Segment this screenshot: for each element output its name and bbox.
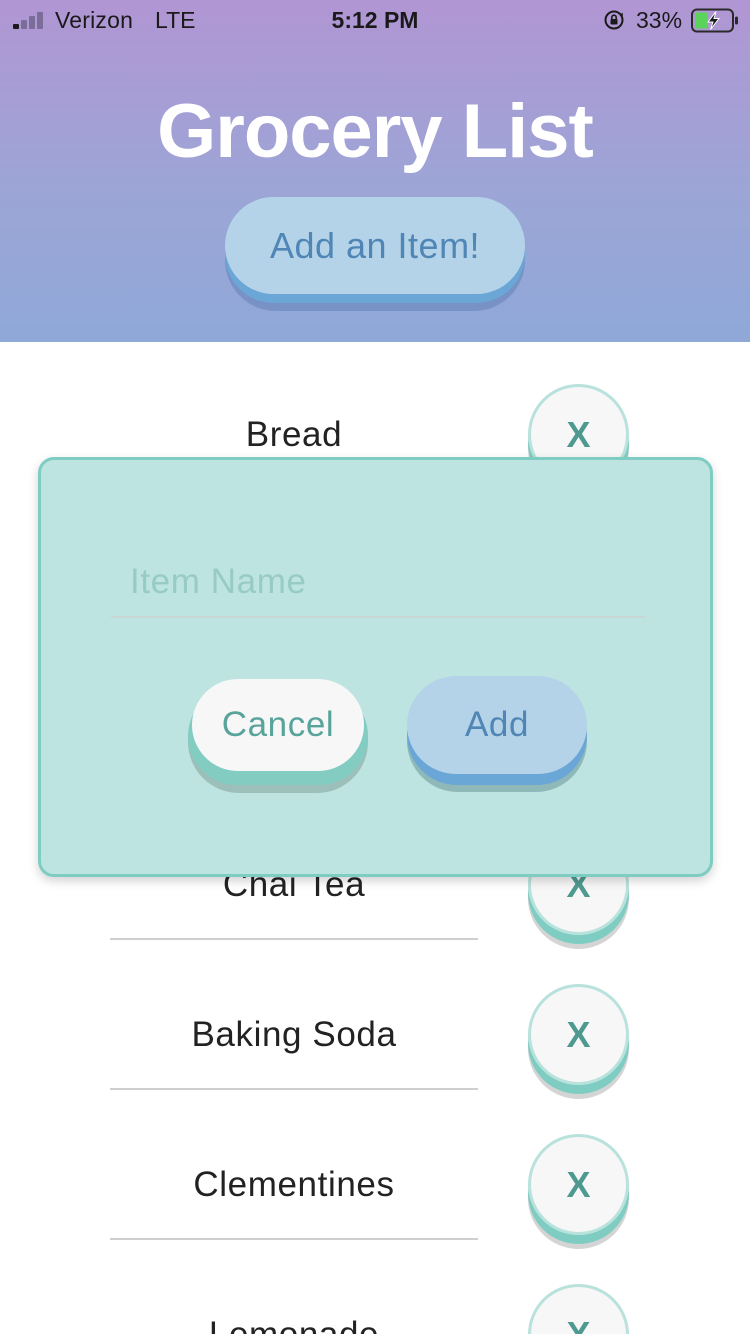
cancel-button-wrap: Cancel bbox=[188, 679, 368, 794]
list-item: Clementines X bbox=[0, 1092, 750, 1249]
status-bar: Verizon LTE 5:12 PM 33% bbox=[0, 0, 750, 40]
list-item: Baking Soda X bbox=[0, 942, 750, 1099]
orientation-lock-icon bbox=[604, 10, 624, 30]
item-divider bbox=[110, 1088, 478, 1090]
item-name: Baking Soda bbox=[191, 1015, 397, 1054]
add-item-modal: Cancel Add bbox=[38, 457, 713, 877]
delete-button-wrap: X bbox=[528, 1134, 629, 1249]
item-name: Clementines bbox=[193, 1165, 395, 1204]
item-divider bbox=[110, 1238, 478, 1240]
add-item-button-wrap: Add an Item! bbox=[225, 197, 525, 313]
add-button[interactable]: Add bbox=[407, 676, 587, 774]
item-divider bbox=[110, 938, 478, 940]
item-name: Bread bbox=[245, 415, 343, 454]
delete-button-wrap: X bbox=[528, 1284, 629, 1334]
item-name: Lemonade bbox=[110, 1315, 478, 1334]
delete-button[interactable]: X bbox=[528, 1284, 629, 1334]
cancel-button[interactable]: Cancel bbox=[192, 679, 364, 771]
battery-percent: 33% bbox=[636, 7, 683, 33]
app-screen: Verizon LTE 5:12 PM 33% Grocery List Add… bbox=[0, 0, 750, 1334]
delete-button[interactable]: X bbox=[528, 984, 629, 1085]
list-item: Lemonade X bbox=[0, 1242, 750, 1334]
item-name-input[interactable] bbox=[111, 548, 645, 618]
add-item-button[interactable]: Add an Item! bbox=[225, 197, 525, 294]
add-button-wrap: Add bbox=[407, 676, 587, 794]
page-title: Grocery List bbox=[157, 89, 594, 174]
battery-charging-icon bbox=[691, 8, 738, 33]
header: Verizon LTE 5:12 PM 33% Grocery List Add… bbox=[0, 0, 750, 342]
delete-button-wrap: X bbox=[528, 984, 629, 1099]
delete-button[interactable]: X bbox=[528, 1134, 629, 1235]
